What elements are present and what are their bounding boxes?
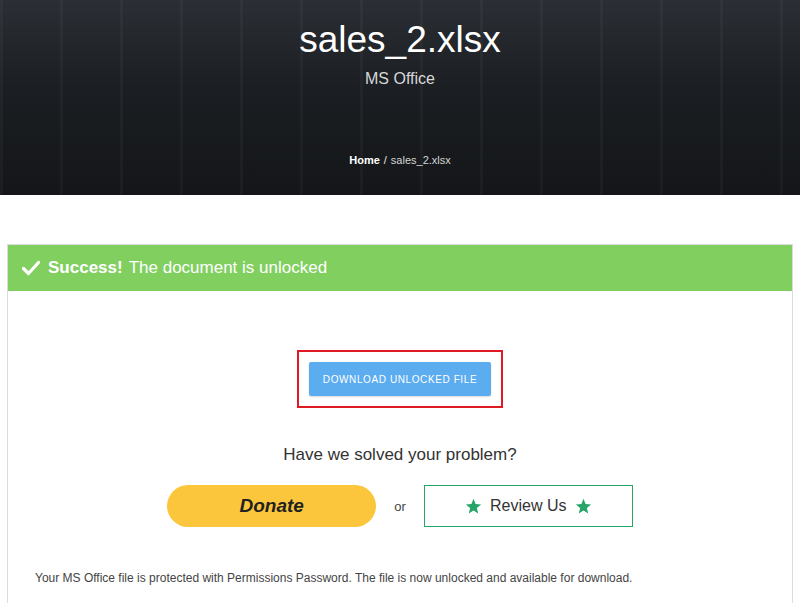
- star-icon: [465, 498, 482, 514]
- alert-text: The document is unlocked: [129, 258, 327, 278]
- breadcrumb-separator: /: [384, 154, 387, 166]
- review-label: Review Us: [490, 497, 566, 515]
- success-alert: Success! The document is unlocked: [8, 245, 792, 291]
- card-body: DOWNLOAD UNLOCKED FILE Have we solved you…: [8, 291, 792, 603]
- or-text: or: [394, 499, 406, 514]
- note-text: Your MS Office file is protected with Pe…: [35, 571, 765, 585]
- page-subtitle: MS Office: [365, 70, 435, 88]
- alert-strong: Success!: [48, 258, 123, 278]
- result-card: Success! The document is unlocked DOWNLOAD…: [7, 244, 793, 603]
- actions-row: Donate or Review Us: [167, 485, 633, 527]
- highlight-box: DOWNLOAD UNLOCKED FILE: [297, 350, 503, 408]
- review-button[interactable]: Review Us: [424, 485, 633, 527]
- download-button[interactable]: DOWNLOAD UNLOCKED FILE: [309, 362, 491, 396]
- star-icon: [575, 498, 592, 514]
- breadcrumb: Home / sales_2.xlsx: [349, 154, 451, 166]
- hero-header: sales_2.xlsx MS Office Home / sales_2.xlsx: [0, 0, 800, 195]
- page: sales_2.xlsx MS Office Home / sales_2.xlsx Su…: [0, 0, 800, 603]
- check-icon: [22, 260, 40, 276]
- page-title: sales_2.xlsx: [299, 18, 501, 62]
- breadcrumb-item[interactable]: Home: [349, 154, 380, 166]
- donate-button[interactable]: Donate: [167, 485, 376, 527]
- breadcrumb-item: sales_2.xlsx: [391, 154, 451, 166]
- question-text: Have we solved your problem?: [283, 445, 516, 465]
